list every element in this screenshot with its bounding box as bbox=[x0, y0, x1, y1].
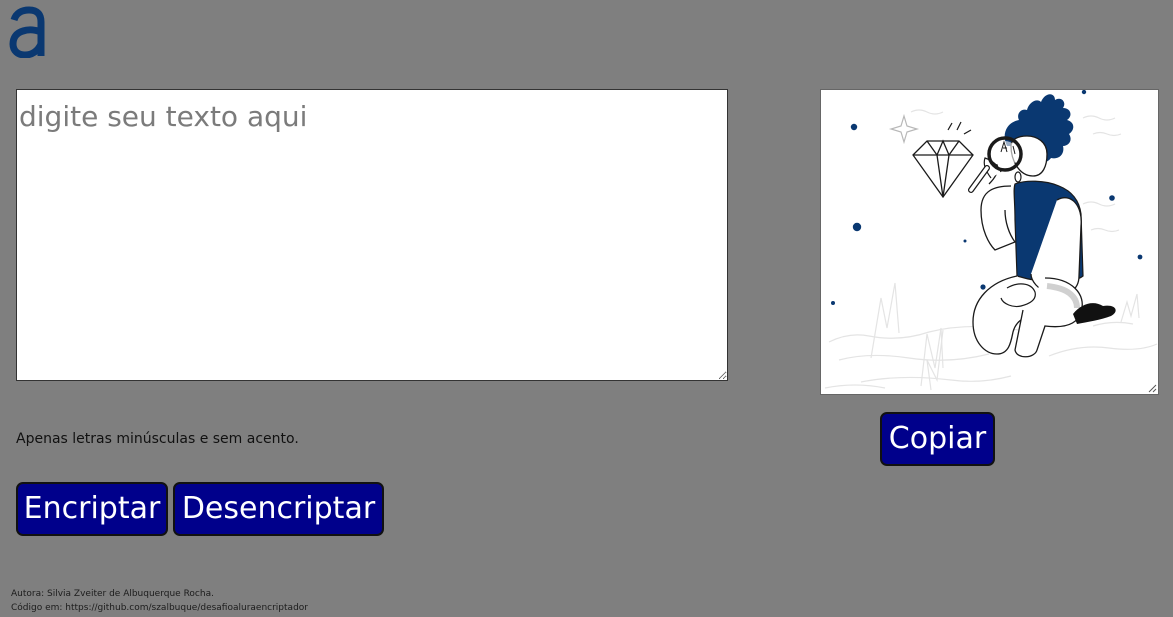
text-input[interactable] bbox=[16, 89, 728, 381]
resize-grip-icon[interactable] bbox=[1148, 384, 1157, 393]
copy-button[interactable]: Copiar bbox=[880, 412, 995, 466]
person-with-magnifying-glass-illustration-icon bbox=[824, 90, 1158, 391]
encrypt-button[interactable]: Encriptar bbox=[16, 482, 168, 536]
footer-author: Autora: Silvia Zveiter de Albuquerque Ro… bbox=[11, 589, 214, 599]
decrypt-button[interactable]: Desencriptar bbox=[173, 482, 384, 536]
input-hint-text: Apenas letras minúsculas e sem acento. bbox=[16, 431, 299, 447]
alura-logo-icon[interactable] bbox=[8, 6, 46, 58]
output-panel[interactable] bbox=[820, 89, 1159, 395]
footer: Autora: Silvia Zveiter de Albuquerque Ro… bbox=[11, 587, 308, 615]
footer-code-link: Código em: https://github.com/szalbuque/… bbox=[11, 603, 308, 613]
app-page: Apenas letras minúsculas e sem acento. E… bbox=[0, 0, 1173, 617]
